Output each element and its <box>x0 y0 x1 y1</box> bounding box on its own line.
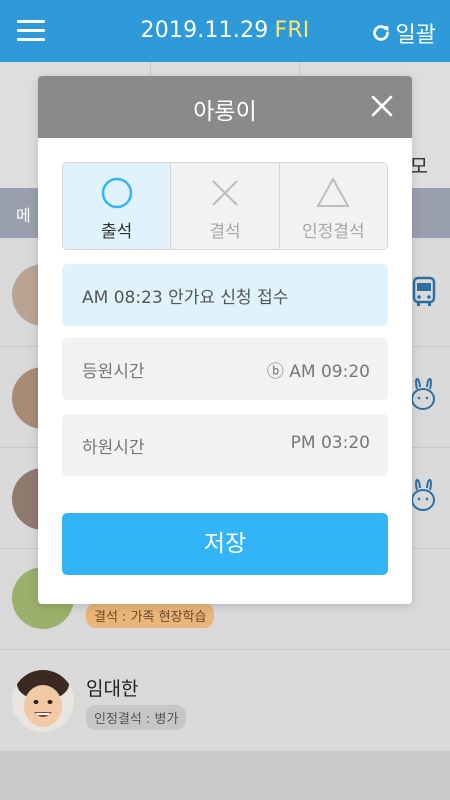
option-label: 인정결석 <box>302 222 365 242</box>
background-section-label: 메 <box>16 206 31 225</box>
date-text: 2019.11.29 <box>140 18 269 43</box>
dialog-header: 아롱이 <box>38 76 412 138</box>
avatar <box>12 670 74 732</box>
close-icon[interactable] <box>370 94 394 118</box>
status-badge: 인정결석 : 병가 <box>86 705 187 730</box>
option-label: 결석 <box>209 222 241 242</box>
bus-icon <box>412 276 436 306</box>
notice-text: AM 08:23 안가요 신청 접수 <box>82 288 289 308</box>
dialog-title: 아롱이 <box>193 99 257 125</box>
child-name: 임대한 <box>86 678 139 700</box>
app-header: 2019.11.29 FRI 일괄 <box>0 0 450 62</box>
option-label: 출석 <box>101 222 133 242</box>
option-present[interactable]: 출석 <box>63 163 172 249</box>
list-item[interactable]: 임대한 인정결석 : 병가 <box>0 650 450 752</box>
departure-label: 하원시간 <box>82 438 145 458</box>
option-excused-absence[interactable]: 인정결석 <box>279 163 387 249</box>
request-notice: AM 08:23 안가요 신청 접수 <box>62 264 388 326</box>
save-button[interactable]: 저장 <box>62 513 388 575</box>
triangle-icon <box>316 176 351 207</box>
refresh-all-button[interactable]: 일괄 <box>370 17 436 49</box>
arrival-label: 등원시간 <box>82 362 145 382</box>
departure-time-row[interactable]: 하원시간 PM 03:20 <box>62 414 388 476</box>
attendance-status-selector: 출석 결석 인정결석 <box>62 162 388 250</box>
refresh-icon <box>372 25 389 41</box>
day-of-week: FRI <box>274 18 310 43</box>
option-absent[interactable]: 결석 <box>171 163 280 249</box>
arrival-time-row[interactable]: 등원시간 ⓑ AM 09:20 <box>62 338 388 400</box>
background-tab-label: 모 <box>409 154 428 178</box>
background-footer <box>0 752 450 800</box>
circle-icon <box>101 177 132 209</box>
rabbit-icon <box>411 378 435 410</box>
refresh-label: 일괄 <box>395 23 436 48</box>
attendance-dialog: 아롱이 출석 결석 인정결석 AM 08:23 안가요 신청 접수 등원시간 ⓑ… <box>38 76 412 604</box>
status-badge: 결석 : 가족 현장학습 <box>86 603 215 628</box>
rabbit-icon <box>411 479 435 511</box>
arrival-time-value: ⓑ AM 09:20 <box>266 362 370 382</box>
x-mark-icon <box>212 180 238 206</box>
departure-time-value: PM 03:20 <box>290 433 370 453</box>
child-photo <box>12 670 74 732</box>
